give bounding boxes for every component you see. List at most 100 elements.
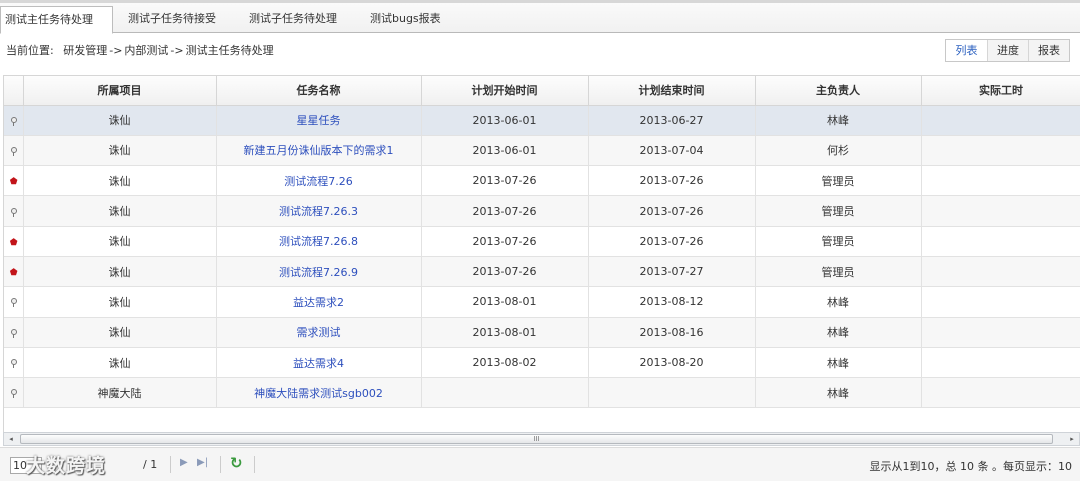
actual-hours-cell: [921, 286, 1080, 318]
page-total: / 1: [143, 458, 158, 471]
owner-cell: 管理员: [755, 256, 922, 288]
tab-main-task-pending[interactable]: 测试主任务待处理: [0, 6, 113, 34]
plan-start-cell: 2013-07-26: [421, 165, 589, 197]
plan-start-cell: 2013-07-26: [421, 256, 589, 288]
actual-hours-cell: [921, 135, 1080, 167]
plan-start-cell: 2013-08-01: [421, 317, 589, 348]
tab-subtask-to-accept[interactable]: 测试子任务待接受: [103, 6, 234, 32]
plan-start-cell: 2013-07-26: [421, 195, 589, 227]
report-view-button[interactable]: 报表: [1028, 40, 1069, 61]
task-table: 所属项目 任务名称 计划开始时间 计划结束时间 主负责人 实际工时 诛仙 星星任务…: [4, 76, 1080, 409]
row-flag-cell: ⬟: [4, 226, 24, 257]
breadcrumb-item[interactable]: 研发管理: [63, 44, 107, 57]
project-cell: 神魔大陆: [23, 377, 217, 409]
task-name-link[interactable]: 测试流程7.26: [216, 165, 422, 197]
plan-start-cell: 2013-06-01: [421, 105, 589, 136]
view-switcher: 列表 进度 报表: [945, 39, 1070, 62]
tab-bugs-report[interactable]: 测试bugs报表: [345, 6, 466, 32]
breadcrumb-item[interactable]: 内部测试: [124, 44, 168, 57]
pin-icon: [10, 328, 17, 338]
pin-icon: [10, 298, 17, 308]
plan-start-cell: [421, 377, 589, 409]
plan-end-cell: 2013-07-26: [588, 165, 756, 197]
tab-subtask-pending[interactable]: 测试子任务待处理: [224, 6, 355, 32]
scroll-right-arrow-icon[interactable]: ▸: [1065, 433, 1079, 445]
row-flag-cell: ⬟: [4, 256, 24, 288]
column-header-task-name[interactable]: 任务名称: [216, 76, 422, 106]
table-row[interactable]: ⬟ 诛仙 测试流程7.26 2013-07-26 2013-07-26 管理员: [4, 165, 1080, 197]
next-page-icon[interactable]: ▶: [180, 457, 188, 468]
refresh-icon[interactable]: ↻: [230, 454, 243, 472]
progress-view-button[interactable]: 进度: [987, 40, 1028, 61]
owner-cell: 管理员: [755, 226, 922, 257]
column-header-flag: [4, 76, 24, 106]
table-row[interactable]: 诛仙 星星任务 2013-06-01 2013-06-27 林峰: [4, 105, 1080, 136]
pin-icon: [10, 207, 17, 217]
column-header-owner[interactable]: 主负责人: [755, 76, 922, 106]
task-name-link[interactable]: 新建五月份诛仙版本下的需求1: [216, 135, 422, 167]
actual-hours-cell: [921, 195, 1080, 227]
table-header-row: 所属项目 任务名称 计划开始时间 计划结束时间 主负责人 实际工时: [4, 76, 1080, 106]
plan-end-cell: 2013-06-27: [588, 105, 756, 136]
scrollbar-thumb[interactable]: III: [20, 434, 1053, 444]
actual-hours-cell: [921, 317, 1080, 348]
actual-hours-cell: [921, 347, 1080, 379]
task-name-link[interactable]: 益达需求4: [216, 347, 422, 379]
row-flag-cell: [4, 135, 24, 167]
table-row[interactable]: 诛仙 新建五月份诛仙版本下的需求1 2013-06-01 2013-07-04 何杉: [4, 135, 1080, 167]
owner-cell: 林峰: [755, 317, 922, 348]
task-name-link[interactable]: 测试流程7.26.3: [216, 195, 422, 227]
table-row[interactable]: ⬟ 诛仙 测试流程7.26.8 2013-07-26 2013-07-26 管理员: [4, 226, 1080, 257]
task-name-link[interactable]: 需求测试: [216, 317, 422, 348]
table-row[interactable]: 诛仙 需求测试 2013-08-01 2013-08-16 林峰: [4, 317, 1080, 348]
pagination-bar: 10 大数跨境 / 1 ▶ ▶| ↻ 显示从1到10，总 10 条 。每页显示：…: [0, 447, 1080, 481]
row-flag-cell: [4, 105, 24, 136]
scroll-left-arrow-icon[interactable]: ◂: [4, 433, 18, 445]
list-view-button[interactable]: 列表: [946, 40, 987, 61]
task-name-link[interactable]: 益达需求2: [216, 286, 422, 318]
column-header-plan-start[interactable]: 计划开始时间: [421, 76, 589, 106]
project-cell: 诛仙: [23, 105, 217, 136]
priority-flag-icon: ⬟: [9, 237, 18, 248]
table-row[interactable]: ⬟ 诛仙 测试流程7.26.9 2013-07-26 2013-07-27 管理员: [4, 256, 1080, 288]
breadcrumb: 当前位置: 研发管理 -> 内部测试 -> 测试主任务待处理: [6, 42, 274, 58]
column-header-plan-end[interactable]: 计划结束时间: [588, 76, 756, 106]
column-header-actual-hours[interactable]: 实际工时: [921, 76, 1080, 106]
pin-icon: [10, 116, 17, 126]
pin-icon: [10, 389, 17, 399]
table-row[interactable]: 诛仙 测试流程7.26.3 2013-07-26 2013-07-26 管理员: [4, 195, 1080, 227]
table-row[interactable]: 神魔大陆 神魔大陆需求测试sgb002 林峰: [4, 377, 1080, 409]
row-flag-cell: [4, 286, 24, 318]
task-name-link[interactable]: 测试流程7.26.8: [216, 226, 422, 257]
plan-end-cell: 2013-08-16: [588, 317, 756, 348]
last-page-icon[interactable]: ▶|: [197, 457, 208, 468]
table-row[interactable]: 诛仙 益达需求2 2013-08-01 2013-08-12 林峰: [4, 286, 1080, 318]
actual-hours-cell: [921, 165, 1080, 197]
plan-end-cell: 2013-07-26: [588, 195, 756, 227]
owner-cell: 林峰: [755, 377, 922, 409]
task-name-link[interactable]: 神魔大陆需求测试sgb002: [216, 377, 422, 409]
actual-hours-cell: [921, 226, 1080, 257]
owner-cell: 林峰: [755, 105, 922, 136]
owner-cell: 何杉: [755, 135, 922, 167]
scrollbar-grip: III: [533, 435, 540, 443]
plan-end-cell: [588, 377, 756, 409]
horizontal-scrollbar[interactable]: ◂ III ▸: [3, 432, 1080, 446]
column-header-project[interactable]: 所属项目: [23, 76, 217, 106]
plan-end-cell: 2013-07-26: [588, 226, 756, 257]
project-cell: 诛仙: [23, 317, 217, 348]
task-grid: 所属项目 任务名称 计划开始时间 计划结束时间 主负责人 实际工时 诛仙 星星任务…: [3, 75, 1080, 433]
row-flag-cell: [4, 347, 24, 379]
owner-cell: 林峰: [755, 347, 922, 379]
breadcrumb-separator: ->: [109, 44, 123, 57]
actual-hours-cell: [921, 377, 1080, 409]
plan-end-cell: 2013-08-12: [588, 286, 756, 318]
task-name-link[interactable]: 测试流程7.26.9: [216, 256, 422, 288]
pager-divider: [220, 456, 221, 473]
table-row[interactable]: 诛仙 益达需求4 2013-08-02 2013-08-20 林峰: [4, 347, 1080, 379]
priority-flag-icon: ⬟: [9, 177, 18, 188]
task-name-link[interactable]: 星星任务: [216, 105, 422, 136]
plan-end-cell: 2013-07-27: [588, 256, 756, 288]
pin-icon: [10, 359, 17, 369]
project-cell: 诛仙: [23, 135, 217, 167]
